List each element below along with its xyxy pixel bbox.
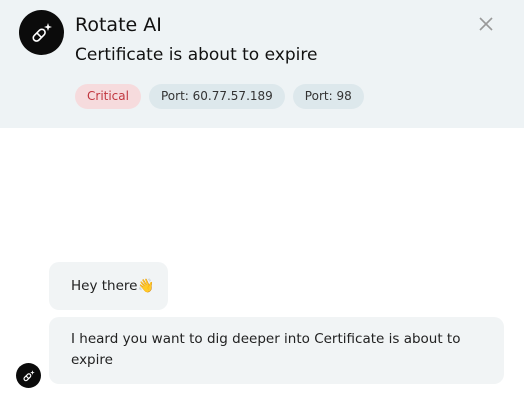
port-tag: Port: 60.77.57.189 bbox=[148, 84, 285, 109]
alert-header: Rotate AI Certificate is about to expire… bbox=[0, 0, 524, 128]
chat-message: Hey there👋 bbox=[49, 262, 169, 310]
close-button[interactable] bbox=[476, 14, 496, 34]
alert-title: Certificate is about to expire bbox=[75, 45, 318, 65]
chat-message-text: Hey there👋 bbox=[71, 277, 155, 294]
severity-badge: Critical bbox=[75, 84, 141, 109]
pill-sparkle-icon bbox=[22, 369, 35, 381]
chat-message-text: I heard you want to dig deeper into Cert… bbox=[71, 331, 461, 368]
chat-message: I heard you want to dig deeper into Cert… bbox=[49, 317, 504, 384]
assistant-avatar bbox=[16, 363, 41, 388]
tag-list: Critical Port: 60.77.57.189 Port: 98 bbox=[75, 84, 364, 109]
app-title: Rotate AI bbox=[75, 14, 162, 36]
pill-sparkle-icon bbox=[31, 22, 52, 42]
port-tag: Port: 98 bbox=[292, 84, 364, 109]
rotate-ai-logo bbox=[19, 10, 64, 55]
close-icon bbox=[479, 17, 493, 31]
